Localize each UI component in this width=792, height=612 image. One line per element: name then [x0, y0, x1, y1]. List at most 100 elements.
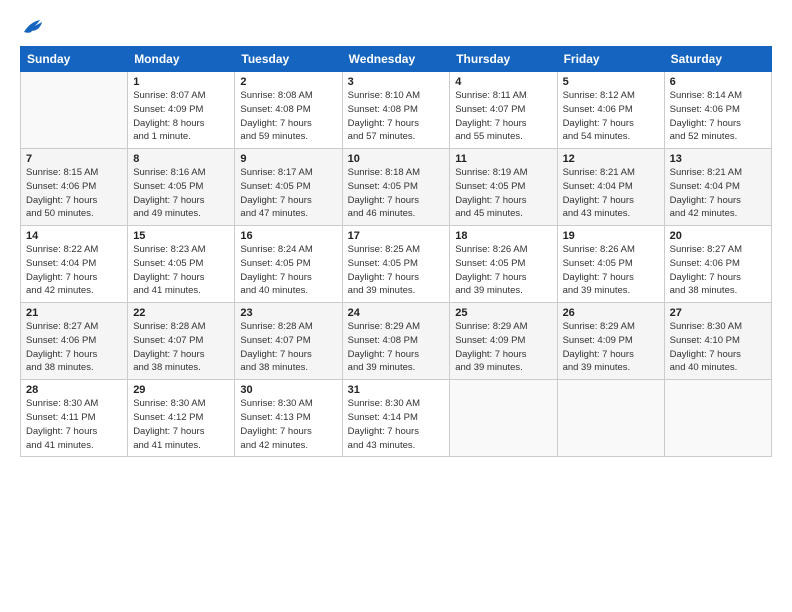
- day-info: Sunrise: 8:27 AM Sunset: 4:06 PM Dayligh…: [670, 243, 766, 298]
- day-number: 1: [133, 76, 229, 88]
- day-number: 18: [455, 230, 551, 242]
- weekday-header-monday: Monday: [128, 47, 235, 72]
- day-info: Sunrise: 8:28 AM Sunset: 4:07 PM Dayligh…: [133, 320, 229, 375]
- page: SundayMondayTuesdayWednesdayThursdayFrid…: [0, 0, 792, 612]
- day-info: Sunrise: 8:11 AM Sunset: 4:07 PM Dayligh…: [455, 89, 551, 144]
- day-info: Sunrise: 8:21 AM Sunset: 4:04 PM Dayligh…: [563, 166, 659, 221]
- day-info: Sunrise: 8:27 AM Sunset: 4:06 PM Dayligh…: [26, 320, 122, 375]
- day-info: Sunrise: 8:23 AM Sunset: 4:05 PM Dayligh…: [133, 243, 229, 298]
- day-number: 29: [133, 384, 229, 396]
- day-number: 6: [670, 76, 766, 88]
- calendar-cell: 7Sunrise: 8:15 AM Sunset: 4:06 PM Daylig…: [21, 149, 128, 226]
- day-info: Sunrise: 8:28 AM Sunset: 4:07 PM Dayligh…: [240, 320, 336, 375]
- day-info: Sunrise: 8:17 AM Sunset: 4:05 PM Dayligh…: [240, 166, 336, 221]
- weekday-header-row: SundayMondayTuesdayWednesdayThursdayFrid…: [21, 47, 772, 72]
- calendar-cell: 9Sunrise: 8:17 AM Sunset: 4:05 PM Daylig…: [235, 149, 342, 226]
- calendar-cell: 5Sunrise: 8:12 AM Sunset: 4:06 PM Daylig…: [557, 72, 664, 149]
- day-info: Sunrise: 8:07 AM Sunset: 4:09 PM Dayligh…: [133, 89, 229, 144]
- day-number: 8: [133, 153, 229, 165]
- day-info: Sunrise: 8:26 AM Sunset: 4:05 PM Dayligh…: [455, 243, 551, 298]
- day-info: Sunrise: 8:14 AM Sunset: 4:06 PM Dayligh…: [670, 89, 766, 144]
- calendar-cell: 29Sunrise: 8:30 AM Sunset: 4:12 PM Dayli…: [128, 380, 235, 457]
- calendar-cell: 3Sunrise: 8:10 AM Sunset: 4:08 PM Daylig…: [342, 72, 450, 149]
- day-info: Sunrise: 8:30 AM Sunset: 4:12 PM Dayligh…: [133, 397, 229, 452]
- calendar-cell: 14Sunrise: 8:22 AM Sunset: 4:04 PM Dayli…: [21, 226, 128, 303]
- day-number: 12: [563, 153, 659, 165]
- day-number: 11: [455, 153, 551, 165]
- day-number: 27: [670, 307, 766, 319]
- day-number: 25: [455, 307, 551, 319]
- calendar-cell: 1Sunrise: 8:07 AM Sunset: 4:09 PM Daylig…: [128, 72, 235, 149]
- calendar-cell: 22Sunrise: 8:28 AM Sunset: 4:07 PM Dayli…: [128, 303, 235, 380]
- day-info: Sunrise: 8:25 AM Sunset: 4:05 PM Dayligh…: [348, 243, 445, 298]
- day-info: Sunrise: 8:30 AM Sunset: 4:10 PM Dayligh…: [670, 320, 766, 375]
- calendar-cell: 6Sunrise: 8:14 AM Sunset: 4:06 PM Daylig…: [664, 72, 771, 149]
- calendar-cell: 17Sunrise: 8:25 AM Sunset: 4:05 PM Dayli…: [342, 226, 450, 303]
- calendar-cell: 23Sunrise: 8:28 AM Sunset: 4:07 PM Dayli…: [235, 303, 342, 380]
- calendar-cell: [664, 380, 771, 457]
- day-number: 21: [26, 307, 122, 319]
- day-number: 15: [133, 230, 229, 242]
- day-number: 23: [240, 307, 336, 319]
- calendar-cell: 25Sunrise: 8:29 AM Sunset: 4:09 PM Dayli…: [450, 303, 557, 380]
- logo: [20, 18, 44, 36]
- calendar-cell: 11Sunrise: 8:19 AM Sunset: 4:05 PM Dayli…: [450, 149, 557, 226]
- day-info: Sunrise: 8:26 AM Sunset: 4:05 PM Dayligh…: [563, 243, 659, 298]
- day-info: Sunrise: 8:12 AM Sunset: 4:06 PM Dayligh…: [563, 89, 659, 144]
- day-number: 5: [563, 76, 659, 88]
- day-number: 10: [348, 153, 445, 165]
- calendar-cell: 13Sunrise: 8:21 AM Sunset: 4:04 PM Dayli…: [664, 149, 771, 226]
- header: [20, 18, 772, 36]
- calendar-cell: 8Sunrise: 8:16 AM Sunset: 4:05 PM Daylig…: [128, 149, 235, 226]
- calendar-cell: 18Sunrise: 8:26 AM Sunset: 4:05 PM Dayli…: [450, 226, 557, 303]
- calendar-cell: [450, 380, 557, 457]
- weekday-header-saturday: Saturday: [664, 47, 771, 72]
- day-info: Sunrise: 8:29 AM Sunset: 4:08 PM Dayligh…: [348, 320, 445, 375]
- day-number: 19: [563, 230, 659, 242]
- calendar-cell: 30Sunrise: 8:30 AM Sunset: 4:13 PM Dayli…: [235, 380, 342, 457]
- calendar-week-3: 14Sunrise: 8:22 AM Sunset: 4:04 PM Dayli…: [21, 226, 772, 303]
- calendar-week-5: 28Sunrise: 8:30 AM Sunset: 4:11 PM Dayli…: [21, 380, 772, 457]
- day-info: Sunrise: 8:30 AM Sunset: 4:13 PM Dayligh…: [240, 397, 336, 452]
- calendar-cell: 2Sunrise: 8:08 AM Sunset: 4:08 PM Daylig…: [235, 72, 342, 149]
- day-number: 14: [26, 230, 122, 242]
- calendar-week-4: 21Sunrise: 8:27 AM Sunset: 4:06 PM Dayli…: [21, 303, 772, 380]
- day-info: Sunrise: 8:10 AM Sunset: 4:08 PM Dayligh…: [348, 89, 445, 144]
- weekday-header-friday: Friday: [557, 47, 664, 72]
- day-number: 3: [348, 76, 445, 88]
- calendar-week-1: 1Sunrise: 8:07 AM Sunset: 4:09 PM Daylig…: [21, 72, 772, 149]
- day-number: 28: [26, 384, 122, 396]
- day-number: 26: [563, 307, 659, 319]
- day-number: 16: [240, 230, 336, 242]
- day-number: 13: [670, 153, 766, 165]
- day-number: 24: [348, 307, 445, 319]
- calendar-cell: 27Sunrise: 8:30 AM Sunset: 4:10 PM Dayli…: [664, 303, 771, 380]
- logo-bird-icon: [22, 18, 44, 36]
- calendar-cell: 16Sunrise: 8:24 AM Sunset: 4:05 PM Dayli…: [235, 226, 342, 303]
- day-info: Sunrise: 8:24 AM Sunset: 4:05 PM Dayligh…: [240, 243, 336, 298]
- weekday-header-tuesday: Tuesday: [235, 47, 342, 72]
- day-number: 22: [133, 307, 229, 319]
- calendar-cell: 4Sunrise: 8:11 AM Sunset: 4:07 PM Daylig…: [450, 72, 557, 149]
- weekday-header-sunday: Sunday: [21, 47, 128, 72]
- calendar-cell: [21, 72, 128, 149]
- day-info: Sunrise: 8:15 AM Sunset: 4:06 PM Dayligh…: [26, 166, 122, 221]
- calendar-cell: 10Sunrise: 8:18 AM Sunset: 4:05 PM Dayli…: [342, 149, 450, 226]
- calendar-cell: [557, 380, 664, 457]
- calendar-cell: 20Sunrise: 8:27 AM Sunset: 4:06 PM Dayli…: [664, 226, 771, 303]
- day-number: 9: [240, 153, 336, 165]
- day-info: Sunrise: 8:08 AM Sunset: 4:08 PM Dayligh…: [240, 89, 336, 144]
- day-number: 2: [240, 76, 336, 88]
- day-number: 4: [455, 76, 551, 88]
- day-info: Sunrise: 8:21 AM Sunset: 4:04 PM Dayligh…: [670, 166, 766, 221]
- day-number: 31: [348, 384, 445, 396]
- weekday-header-thursday: Thursday: [450, 47, 557, 72]
- calendar-cell: 19Sunrise: 8:26 AM Sunset: 4:05 PM Dayli…: [557, 226, 664, 303]
- calendar-table: SundayMondayTuesdayWednesdayThursdayFrid…: [20, 46, 772, 457]
- calendar-cell: 12Sunrise: 8:21 AM Sunset: 4:04 PM Dayli…: [557, 149, 664, 226]
- day-info: Sunrise: 8:22 AM Sunset: 4:04 PM Dayligh…: [26, 243, 122, 298]
- calendar-cell: 26Sunrise: 8:29 AM Sunset: 4:09 PM Dayli…: [557, 303, 664, 380]
- day-info: Sunrise: 8:29 AM Sunset: 4:09 PM Dayligh…: [563, 320, 659, 375]
- calendar-week-2: 7Sunrise: 8:15 AM Sunset: 4:06 PM Daylig…: [21, 149, 772, 226]
- weekday-header-wednesday: Wednesday: [342, 47, 450, 72]
